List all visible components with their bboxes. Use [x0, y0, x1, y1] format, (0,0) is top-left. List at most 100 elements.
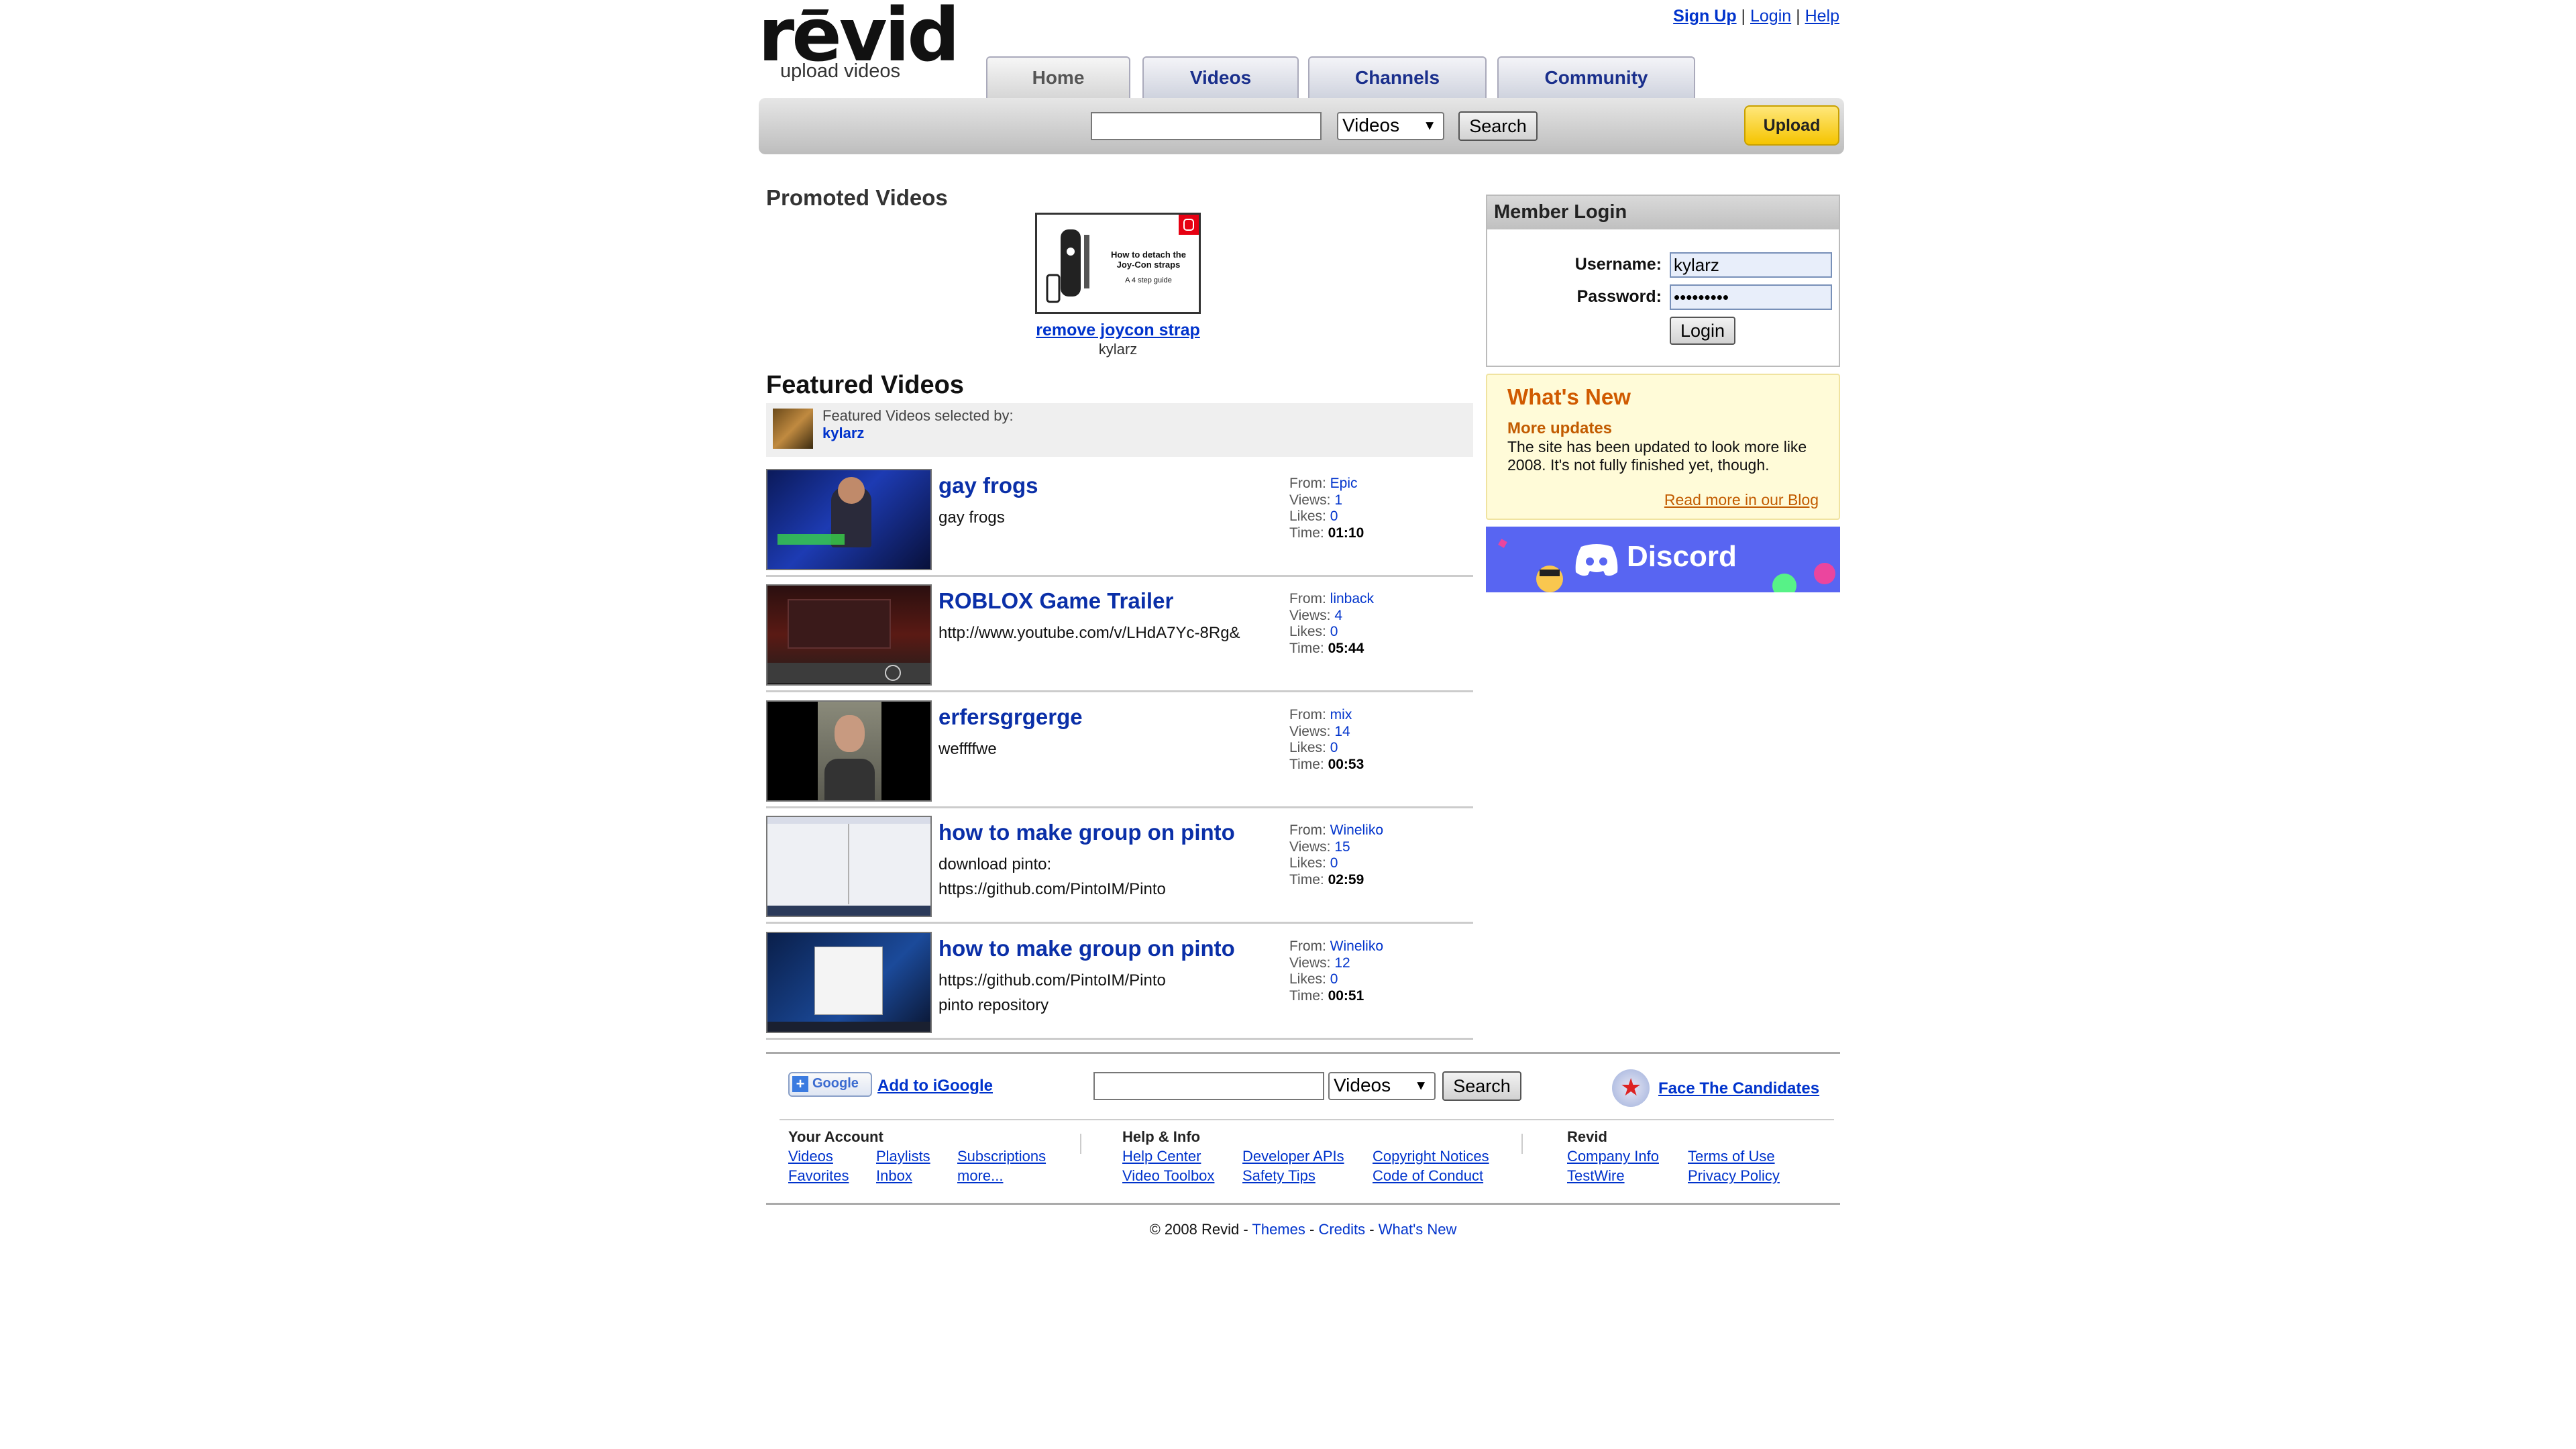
featured-heading: Featured Videos: [766, 371, 964, 399]
member-login-heading: Member Login: [1494, 201, 1627, 223]
video-row: erfersgrgerge weffffwe From: mix Views: …: [766, 700, 1473, 808]
promoted-thumb-caption: How to detach the Joy-Con straps: [1111, 250, 1186, 270]
signup-link[interactable]: Sign Up: [1673, 7, 1736, 25]
video-row: how to make group on pinto download pint…: [766, 816, 1473, 924]
video-thumbnail[interactable]: [766, 469, 932, 570]
footer-link-subscriptions[interactable]: Subscriptions: [957, 1148, 1046, 1165]
footer-column-divider: [1080, 1134, 1081, 1154]
footer-link-code-of-conduct[interactable]: Code of Conduct: [1373, 1167, 1483, 1185]
footer-search-category-select[interactable]: Videos ▼: [1328, 1072, 1436, 1100]
footer-link-safety-tips[interactable]: Safety Tips: [1242, 1167, 1316, 1185]
member-login-box: Member Login Username: kylarz Password: …: [1486, 195, 1840, 367]
footer-inner-divider: [780, 1119, 1834, 1120]
footer-link-more[interactable]: more...: [957, 1167, 1003, 1185]
avatar[interactable]: [773, 409, 813, 449]
promoted-video-user[interactable]: kylarz: [1035, 341, 1201, 358]
password-label: Password:: [1576, 287, 1662, 306]
promoted-thumbnail[interactable]: How to detach the Joy-Con straps A 4 ste…: [1035, 213, 1201, 314]
footer-link-copyright-notices[interactable]: Copyright Notices: [1373, 1148, 1489, 1165]
video-thumbnail[interactable]: [766, 932, 932, 1033]
footer-divider: [766, 1052, 1840, 1054]
video-title-link[interactable]: gay frogs: [938, 473, 1038, 498]
footer-link-playlists[interactable]: Playlists: [876, 1148, 930, 1165]
video-description: weffffwe: [938, 740, 997, 758]
video-row: how to make group on pinto https://githu…: [766, 932, 1473, 1040]
whats-new-link[interactable]: What's New: [1379, 1221, 1457, 1238]
help-link[interactable]: Help: [1805, 7, 1839, 25]
video-author-link[interactable]: linback: [1330, 591, 1374, 606]
footer-search-button[interactable]: Search: [1442, 1071, 1521, 1101]
video-meta: From: Wineliko Views: 12 Likes: 0 Time: …: [1289, 938, 1384, 1004]
video-author-link[interactable]: Epic: [1330, 476, 1358, 491]
video-meta: From: linback Views: 4 Likes: 0 Time: 05…: [1289, 591, 1375, 656]
password-field[interactable]: •••••••••: [1670, 284, 1832, 310]
footer-search-input[interactable]: [1093, 1072, 1324, 1100]
igoogle-button[interactable]: + Google: [788, 1072, 872, 1097]
footer-link-terms[interactable]: Terms of Use: [1688, 1148, 1775, 1165]
discord-banner[interactable]: Discord: [1486, 527, 1840, 592]
separator: |: [1796, 7, 1801, 25]
video-row: gay frogs gay frogs From: Epic Views: 1 …: [766, 469, 1473, 577]
video-title-link[interactable]: ROBLOX Game Trailer: [938, 588, 1173, 614]
footer-link-company-info[interactable]: Company Info: [1567, 1148, 1659, 1165]
footer-link-privacy[interactable]: Privacy Policy: [1688, 1167, 1780, 1185]
video-thumbnail[interactable]: [766, 700, 932, 802]
search-input[interactable]: [1091, 112, 1322, 140]
footer-link-videos[interactable]: Videos: [788, 1148, 833, 1165]
video-description: https://github.com/PintoIM/Pinto pinto re…: [938, 971, 1166, 1014]
promoted-heading: Promoted Videos: [766, 185, 948, 210]
tab-videos[interactable]: Videos: [1142, 56, 1299, 98]
face-the-candidates-link[interactable]: Face The Candidates: [1658, 1079, 1819, 1098]
tab-channels[interactable]: Channels: [1308, 56, 1487, 98]
copyright-line: © 2008 Revid - Themes - Credits - What's…: [1149, 1221, 1457, 1238]
promoted-video-link[interactable]: remove joycon strap: [1035, 321, 1201, 340]
footer-link-favorites[interactable]: Favorites: [788, 1167, 849, 1185]
login-button[interactable]: Login: [1670, 317, 1735, 345]
add-to-igoogle-link[interactable]: Add to iGoogle: [877, 1077, 993, 1095]
video-meta: From: mix Views: 14 Likes: 0 Time: 00:53: [1289, 707, 1364, 772]
whats-new-box: What's New More updates The site has bee…: [1486, 374, 1840, 520]
footer-bottom-divider: [766, 1203, 1840, 1205]
video-row: ROBLOX Game Trailer http://www.youtube.c…: [766, 584, 1473, 692]
footer-link-video-toolbox[interactable]: Video Toolbox: [1122, 1167, 1214, 1185]
tab-home[interactable]: Home: [986, 56, 1130, 98]
chevron-down-icon: ▼: [1423, 118, 1436, 133]
video-title-link[interactable]: how to make group on pinto: [938, 936, 1235, 961]
username-field[interactable]: kylarz: [1670, 252, 1832, 278]
discord-icon: [1575, 544, 1618, 576]
video-thumbnail[interactable]: [766, 584, 932, 686]
credits-link[interactable]: Credits: [1318, 1221, 1365, 1238]
video-description: http://www.youtube.com/v/LHdA7Yc-8Rg&: [938, 624, 1240, 642]
revid-heading: Revid: [1567, 1128, 1607, 1145]
footer-column-divider: [1521, 1134, 1523, 1154]
video-author-link[interactable]: Wineliko: [1330, 822, 1383, 838]
footer-link-developer-apis[interactable]: Developer APIs: [1242, 1148, 1344, 1165]
footer-link-testwire[interactable]: TestWire: [1567, 1167, 1625, 1185]
your-account-heading: Your Account: [788, 1128, 883, 1145]
tab-community[interactable]: Community: [1497, 56, 1695, 98]
whats-new-text: The site has been updated to look more l…: [1507, 438, 1807, 474]
username-label: Username:: [1574, 255, 1662, 274]
video-description: gay frogs: [938, 508, 1005, 527]
video-author-link[interactable]: Wineliko: [1330, 938, 1383, 954]
blog-link[interactable]: Read more in our Blog: [1664, 491, 1819, 509]
themes-link[interactable]: Themes: [1252, 1221, 1305, 1238]
video-title-link[interactable]: erfersgrgerge: [938, 704, 1083, 730]
upload-button[interactable]: Upload: [1744, 105, 1839, 146]
login-link[interactable]: Login: [1750, 7, 1791, 25]
video-thumbnail[interactable]: [766, 816, 932, 917]
selected-by-user-link[interactable]: kylarz: [822, 425, 864, 442]
video-author-link[interactable]: mix: [1330, 707, 1352, 722]
whats-new-heading: What's New: [1507, 384, 1631, 409]
search-category-select[interactable]: Videos ▼: [1337, 112, 1444, 140]
selected-by-label: Featured Videos selected by:: [822, 407, 1014, 424]
search-button[interactable]: Search: [1458, 111, 1538, 141]
video-title-link[interactable]: how to make group on pinto: [938, 820, 1235, 845]
chevron-down-icon: ▼: [1414, 1078, 1428, 1093]
help-info-heading: Help & Info: [1122, 1128, 1201, 1145]
top-links: Sign Up | Login | Help: [1673, 7, 1839, 26]
footer-link-help-center[interactable]: Help Center: [1122, 1148, 1201, 1165]
candidates-star-icon: ★: [1612, 1069, 1650, 1107]
member-login-header: Member Login: [1487, 196, 1839, 229]
footer-link-inbox[interactable]: Inbox: [876, 1167, 912, 1185]
